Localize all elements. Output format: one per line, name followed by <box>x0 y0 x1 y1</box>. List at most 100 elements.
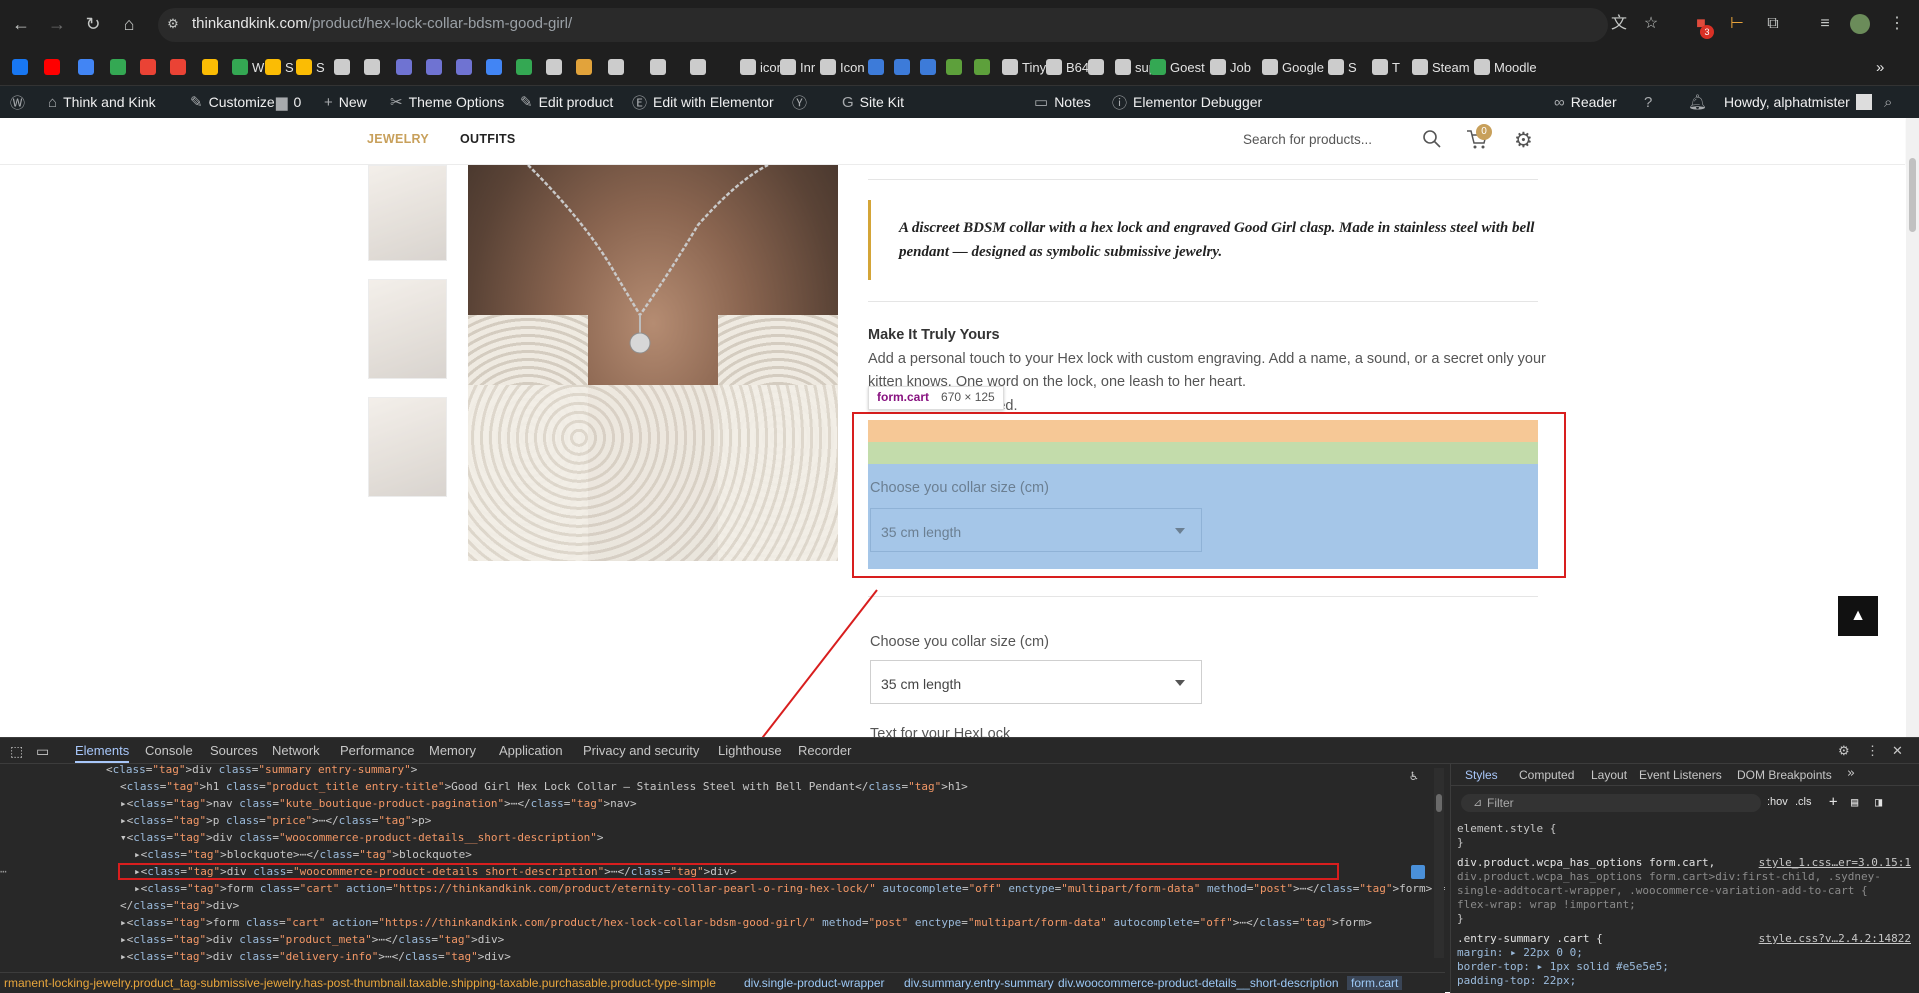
settings-gear-icon[interactable]: ⚙ <box>1514 128 1533 153</box>
devtools-tab[interactable]: Application <box>499 743 563 758</box>
styles-subtab[interactable]: Styles <box>1465 768 1498 782</box>
devtools-tab[interactable]: Recorder <box>798 743 851 758</box>
style-rule-line[interactable]: single-addtocart-wrapper, .woocommerce-v… <box>1457 884 1868 898</box>
wp-search-icon[interactable]: ⌕ <box>1884 92 1892 112</box>
bookmark-item[interactable] <box>44 57 60 77</box>
bookmark-item[interactable]: B64 <box>1046 57 1089 77</box>
bookmark-item[interactable]: Inr <box>780 57 815 77</box>
bookmark-item[interactable]: S <box>1328 57 1357 77</box>
bookmark-item[interactable] <box>576 57 592 77</box>
breadcrumb-item[interactable]: div.single-product-wrapper <box>744 976 885 990</box>
devtools-tab[interactable]: Memory <box>429 743 476 758</box>
notification-bell-icon[interactable]: 🔔︎ <box>1688 92 1707 112</box>
bookmark-item[interactable] <box>486 57 502 77</box>
sidebar-toggle-icon[interactable]: ◨ <box>1875 795 1882 809</box>
bookmark-item[interactable] <box>1088 57 1104 77</box>
dom-node[interactable]: ▸<class="tag">p class="price">⋯</class="… <box>120 812 431 829</box>
bookmark-item[interactable] <box>364 57 380 77</box>
site-info-icon[interactable]: ⚙ <box>162 13 184 35</box>
styles-subtab[interactable]: Event Listeners <box>1639 768 1722 782</box>
devtools-tab[interactable]: Privacy and security <box>583 743 699 758</box>
devtools-tab[interactable]: Lighthouse <box>718 743 782 758</box>
bookmark-item[interactable] <box>202 57 218 77</box>
bookmark-item[interactable] <box>170 57 186 77</box>
wp-edit-product[interactable]: ✎ Edit product <box>520 92 613 112</box>
style-rule-line[interactable]: .entry-summary .cart { <box>1457 932 1603 946</box>
devtools-tab[interactable]: Network <box>272 743 320 758</box>
bookmark-item[interactable] <box>546 57 562 77</box>
gallery-thumbnail-2[interactable] <box>368 279 447 379</box>
style-rule-line[interactable]: element.style { <box>1457 822 1556 836</box>
settings-icon[interactable]: ⚙ <box>1838 743 1850 759</box>
devtools-tab[interactable]: Sources <box>210 743 258 758</box>
dom-node[interactable]: ▸<class="tag">form class="cart" action="… <box>120 914 1372 931</box>
wp-comments[interactable]: ▆ 0 <box>276 92 301 112</box>
dom-node-selected[interactable]: ▸<class="tag">form class="cart" action="… <box>134 880 1445 897</box>
elements-scrollbar[interactable] <box>1434 768 1444 958</box>
styles-subtab[interactable]: Layout <box>1591 768 1627 782</box>
bookmark-item[interactable] <box>516 57 532 77</box>
style-rule-line[interactable]: flex-wrap: wrap !important; <box>1457 898 1636 912</box>
style-rule-line[interactable]: margin: ▸ 22px 0 0; <box>1457 946 1583 960</box>
style-rule-line[interactable]: div.product.wcpa_has_options form.cart, <box>1457 856 1715 870</box>
devtools-tab[interactable]: Performance <box>340 743 414 758</box>
wp-debugger[interactable]: ⓘ Elementor Debugger <box>1112 92 1262 112</box>
wp-theme-options[interactable]: ✂ Theme Options <box>390 92 504 112</box>
bookmark-item[interactable] <box>140 57 156 77</box>
wordpress-logo-icon[interactable]: Ⓦ <box>10 92 25 112</box>
bookmark-item[interactable]: Steam <box>1412 57 1470 77</box>
bookmark-item[interactable] <box>12 57 28 77</box>
devtools-tab[interactable]: Console <box>145 743 193 758</box>
style-rule-line[interactable]: div.product.wcpa_has_options form.cart>d… <box>1457 870 1881 884</box>
bookmark-item[interactable]: W <box>232 57 264 77</box>
wp-notes[interactable]: ▭ Notes <box>1034 92 1091 112</box>
wp-site-name[interactable]: ⌂ Think and Kink <box>48 92 156 112</box>
bookmarks-overflow-icon[interactable]: » <box>1876 57 1884 77</box>
wp-site-kit[interactable]: G Site Kit <box>842 92 904 112</box>
bookmark-item[interactable] <box>894 57 910 77</box>
stylesheet-link[interactable]: style.css?v…2.4.2:14822 <box>1759 932 1911 946</box>
menu-kebab-icon[interactable]: ⋮ <box>1886 13 1908 35</box>
dom-node[interactable]: ▸<class="tag">nav class="kute_boutique-p… <box>120 795 637 812</box>
styles-subtab[interactable]: Computed <box>1519 768 1574 782</box>
bookmark-item[interactable] <box>396 57 412 77</box>
bookmark-item[interactable]: Goest <box>1150 57 1205 77</box>
bookmark-item[interactable] <box>608 57 624 77</box>
bookmark-item[interactable]: Moodle <box>1474 57 1537 77</box>
breadcrumb-item[interactable]: div.summary.entry-summary <box>904 976 1054 990</box>
elements-tree[interactable]: <class="tag">div class="summary entry-su… <box>0 764 1445 965</box>
bookmark-item[interactable]: Job <box>1210 57 1251 77</box>
bookmark-star-icon[interactable]: ☆ <box>1640 13 1662 35</box>
dom-node[interactable]: ▸<class="tag">blockquote>⋯</class="tag">… <box>134 846 472 863</box>
bookmark-item[interactable] <box>426 57 442 77</box>
profile-avatar[interactable] <box>1850 14 1870 34</box>
reading-list-icon[interactable]: ≡ <box>1814 13 1836 35</box>
style-rule-line[interactable]: border-top: ▸ 1px solid #e5e5e5; <box>1457 960 1669 974</box>
style-rule-line[interactable]: } <box>1457 836 1464 850</box>
wp-howdy[interactable]: Howdy, alphatmister <box>1724 92 1872 112</box>
dom-node[interactable]: ▸<class="tag">div class="product_meta">⋯… <box>120 931 504 948</box>
collar-size-select[interactable]: 35 cm length <box>870 660 1202 704</box>
product-main-image[interactable] <box>468 165 838 561</box>
yoast-icon[interactable]: Ⓨ <box>792 92 807 112</box>
bookmark-item[interactable]: T <box>1372 57 1400 77</box>
devtools-tab[interactable]: Elements <box>75 743 130 763</box>
bookmark-item[interactable] <box>650 57 666 77</box>
wp-elementor[interactable]: Ⓔ Edit with Elementor <box>632 92 774 112</box>
back-arrow-icon[interactable]: ← <box>10 13 32 35</box>
cls-toggle[interactable]: .cls <box>1795 796 1812 808</box>
dom-node[interactable]: <class="tag">div class="summary entry-su… <box>106 764 417 778</box>
url-text[interactable]: thinkandkink.com/product/hex-lock-collar… <box>192 15 572 32</box>
bookmark-item[interactable]: Google <box>1262 57 1324 77</box>
bookmark-item[interactable] <box>78 57 94 77</box>
bookmark-item[interactable] <box>920 57 936 77</box>
stylesheet-link[interactable]: style_1.css…er=3.0.15:1 <box>1759 856 1911 870</box>
more-tabs-icon[interactable]: » <box>1847 766 1855 781</box>
bookmark-item[interactable]: Tiny <box>1002 57 1046 77</box>
styles-subtab[interactable]: DOM Breakpoints <box>1737 768 1832 782</box>
page-scrollbar[interactable] <box>1906 118 1919 737</box>
node-action-icon[interactable] <box>1411 865 1425 879</box>
reload-icon[interactable]: ↻ <box>82 13 104 35</box>
bookmark-item[interactable] <box>690 57 706 77</box>
dom-node[interactable]: ▾<class="tag">div class="woocommerce-pro… <box>120 829 604 846</box>
